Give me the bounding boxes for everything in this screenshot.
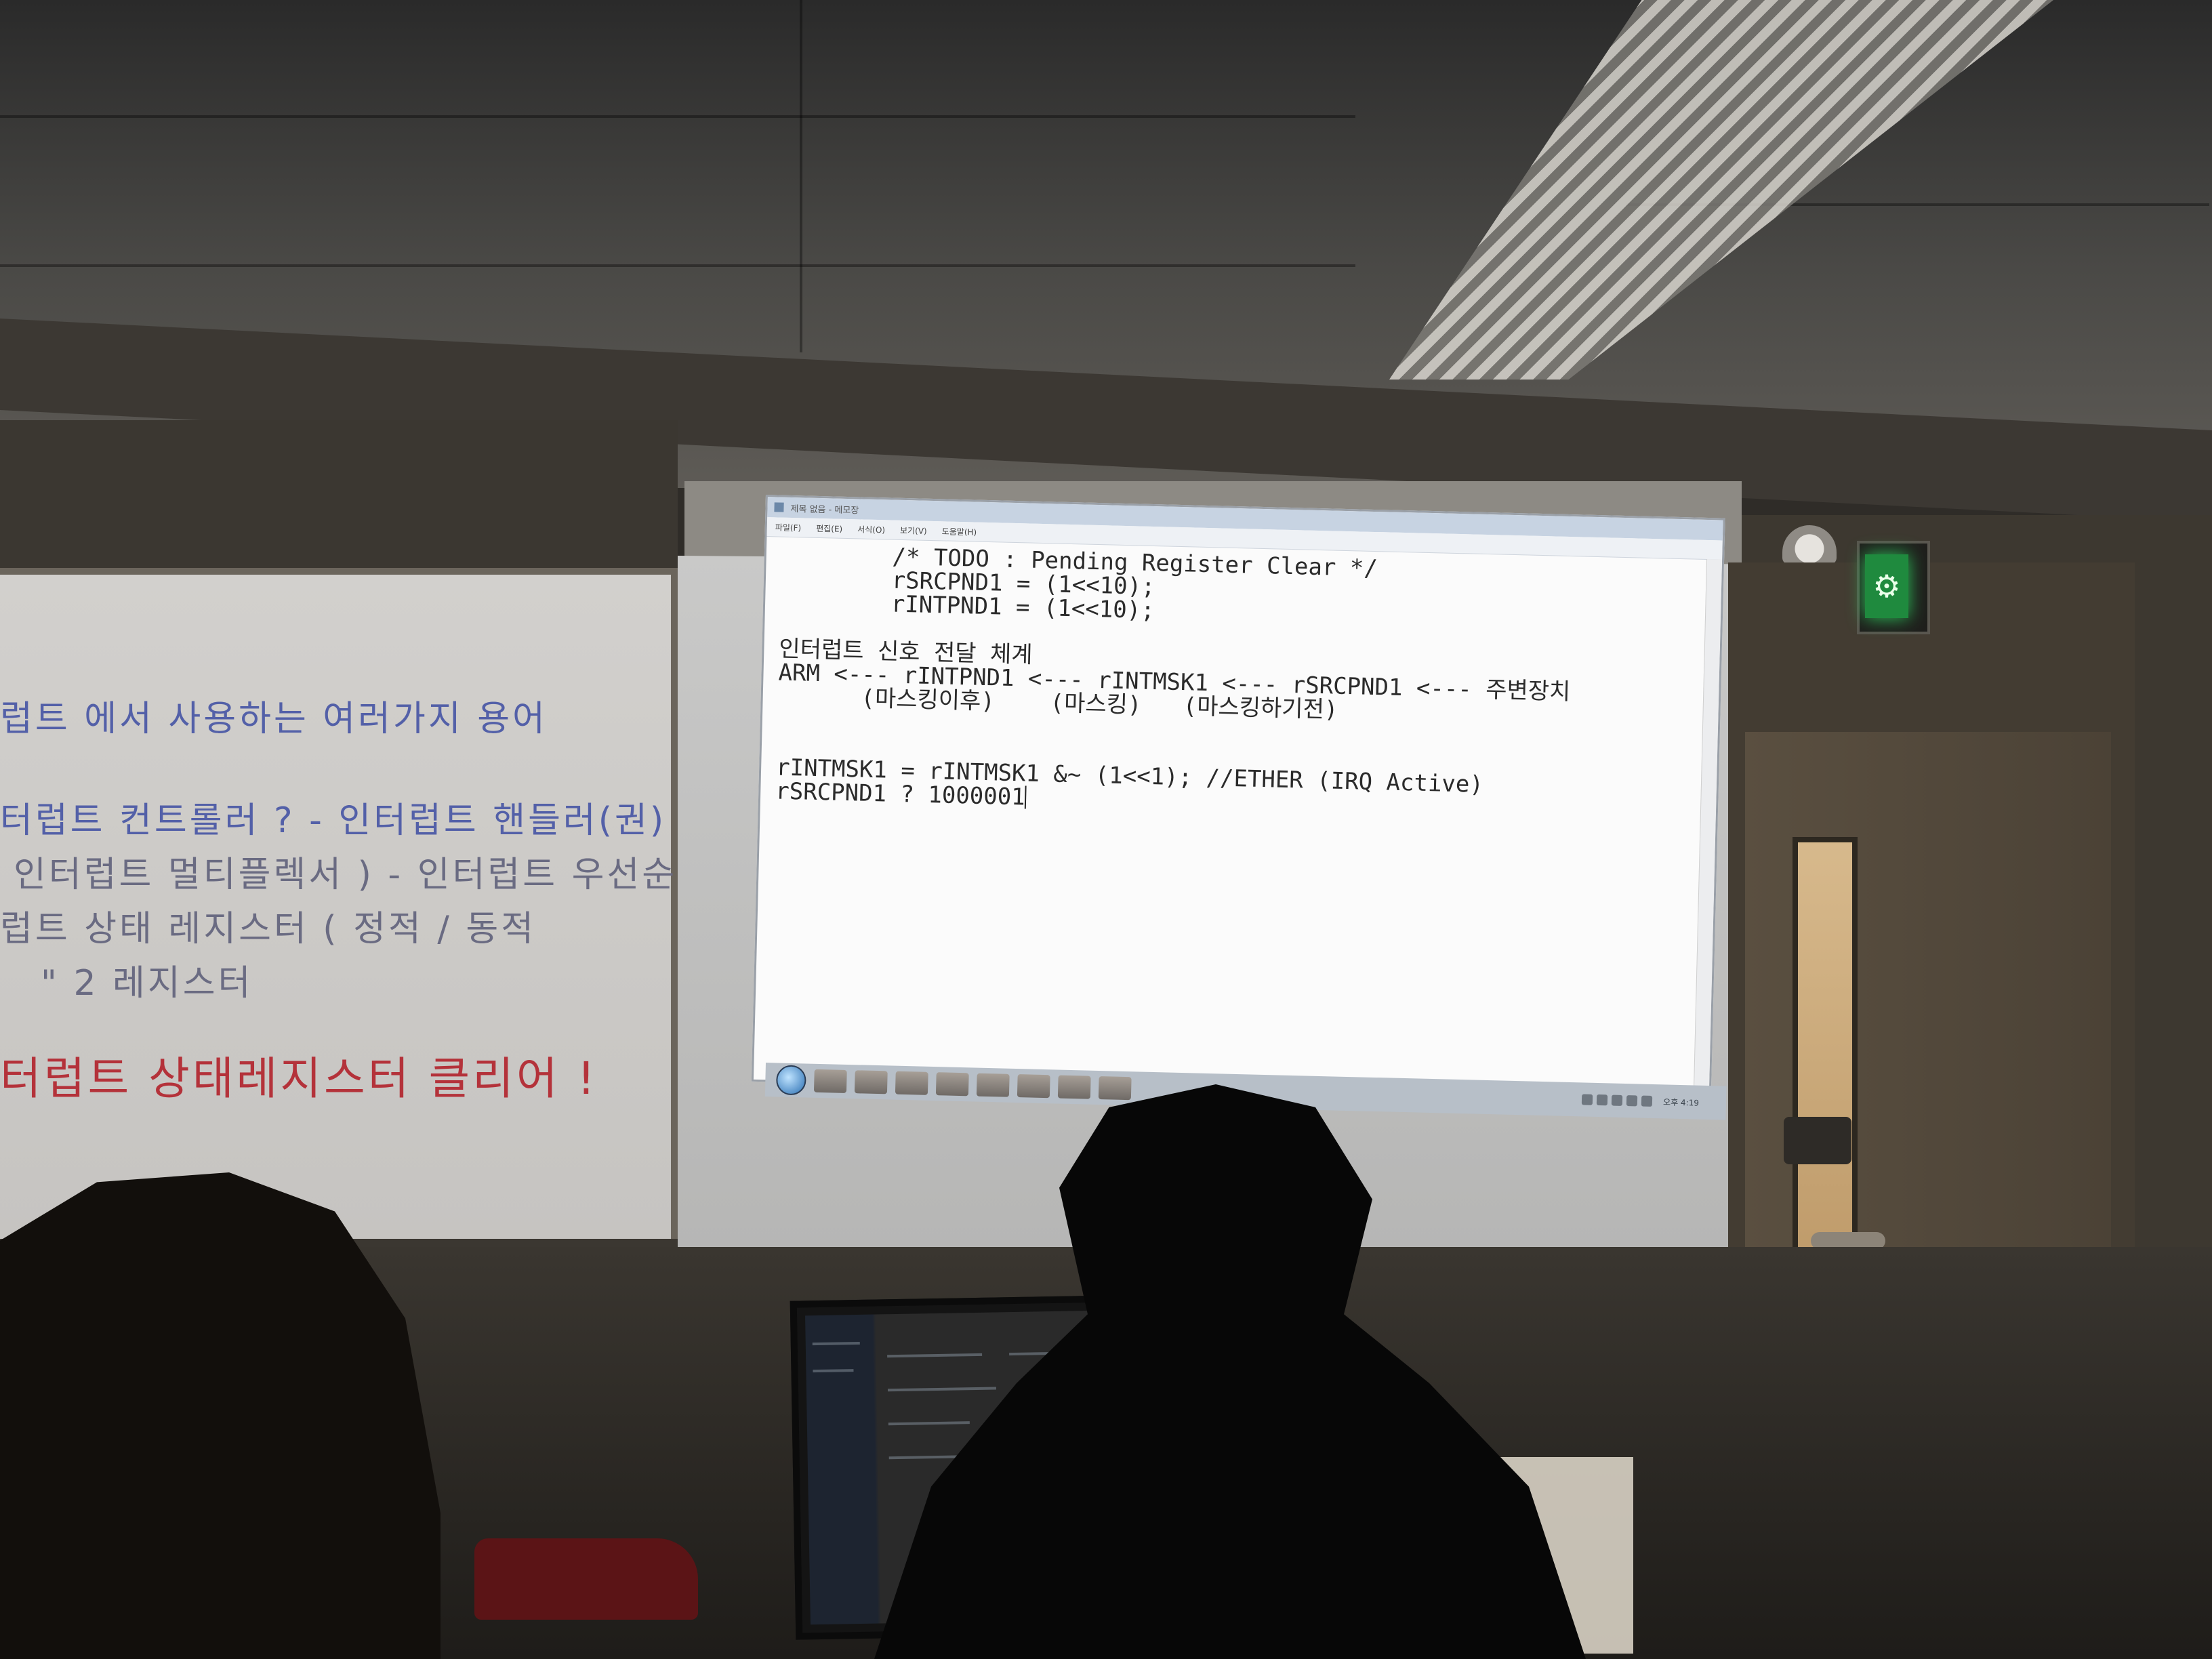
whiteboard-line: 럽트 상태 레지스터 ( 정적 / 동적 [0,909,537,949]
door-lock [1784,1117,1851,1164]
taskbar-app-icon[interactable] [976,1073,1010,1097]
monitor-text-line [813,1369,854,1373]
taskbar-app-icon[interactable] [895,1071,928,1095]
notepad-icon [774,502,784,512]
system-tray: 오후 4:19 [1581,1094,1726,1109]
whiteboard: 럽트 에서 사용하는 여러가지 용어 터럽트 컨트롤러 ? - 인터럽트 핸들러… [0,568,710,1239]
menu-format[interactable]: 서식(O) [855,523,888,535]
tray-icon[interactable] [1581,1094,1593,1105]
code-line: rSRCPND1 ? 1000001 [775,777,1026,811]
whiteboard-line: 럽트 에서 사용하는 여러가지 용어 [0,699,548,739]
tray-icon[interactable] [1596,1094,1608,1106]
taskbar-app-icon[interactable] [935,1072,969,1097]
start-button[interactable] [775,1065,806,1096]
notepad-window: 제목 없음 - 메모장 파일(F) 편집(E) 서식(O) 보기(V) 도움말(… [751,495,1725,1105]
monitor-text-line [887,1387,997,1392]
monitor-text-line [812,1341,860,1346]
taskbar-app-icon[interactable] [854,1070,888,1094]
tray-icon[interactable] [1626,1095,1638,1107]
whiteboard-line: 터럽트 컨트롤러 ? - 인터럽트 핸들러(권) [0,800,667,841]
text-caret [1025,785,1027,809]
whiteboard-line: " 2 레지스터 [41,963,253,1004]
ceiling-tile-line [800,0,802,352]
tray-icon[interactable] [1611,1094,1623,1106]
ceiling-tile-line [0,115,1355,118]
menu-view[interactable]: 보기(V) [897,524,930,536]
monitor-text-line [887,1353,983,1358]
red-bag [474,1538,698,1620]
text-editor[interactable]: /* TODO : Pending Register Clear */ rSRC… [760,537,1722,826]
taskbar-app-icon[interactable] [1017,1074,1050,1099]
monitor-text-line [888,1421,970,1426]
ceiling-tile-line [0,264,1355,267]
window-title: 제목 없음 - 메모장 [790,504,859,516]
taskbar-app-icon[interactable] [1098,1076,1132,1101]
whiteboard-line: 인터럽트 멀티플렉서 ) - 인터럽트 우선순위 [14,855,712,895]
taskbar-app-icon[interactable] [813,1069,847,1093]
taskbar-clock[interactable]: 오후 4:19 [1663,1096,1699,1108]
running-man-icon: ⚙ [1872,568,1901,605]
menu-edit[interactable]: 편집(E) [813,522,845,534]
whiteboard-line: 터럽트 상태레지스터 클리어 ! [0,1052,598,1105]
menu-file[interactable]: 파일(F) [773,521,804,533]
taskbar-app-icon[interactable] [1057,1075,1091,1099]
tray-icon[interactable] [1641,1095,1653,1107]
menu-help[interactable]: 도움말(H) [939,525,980,537]
